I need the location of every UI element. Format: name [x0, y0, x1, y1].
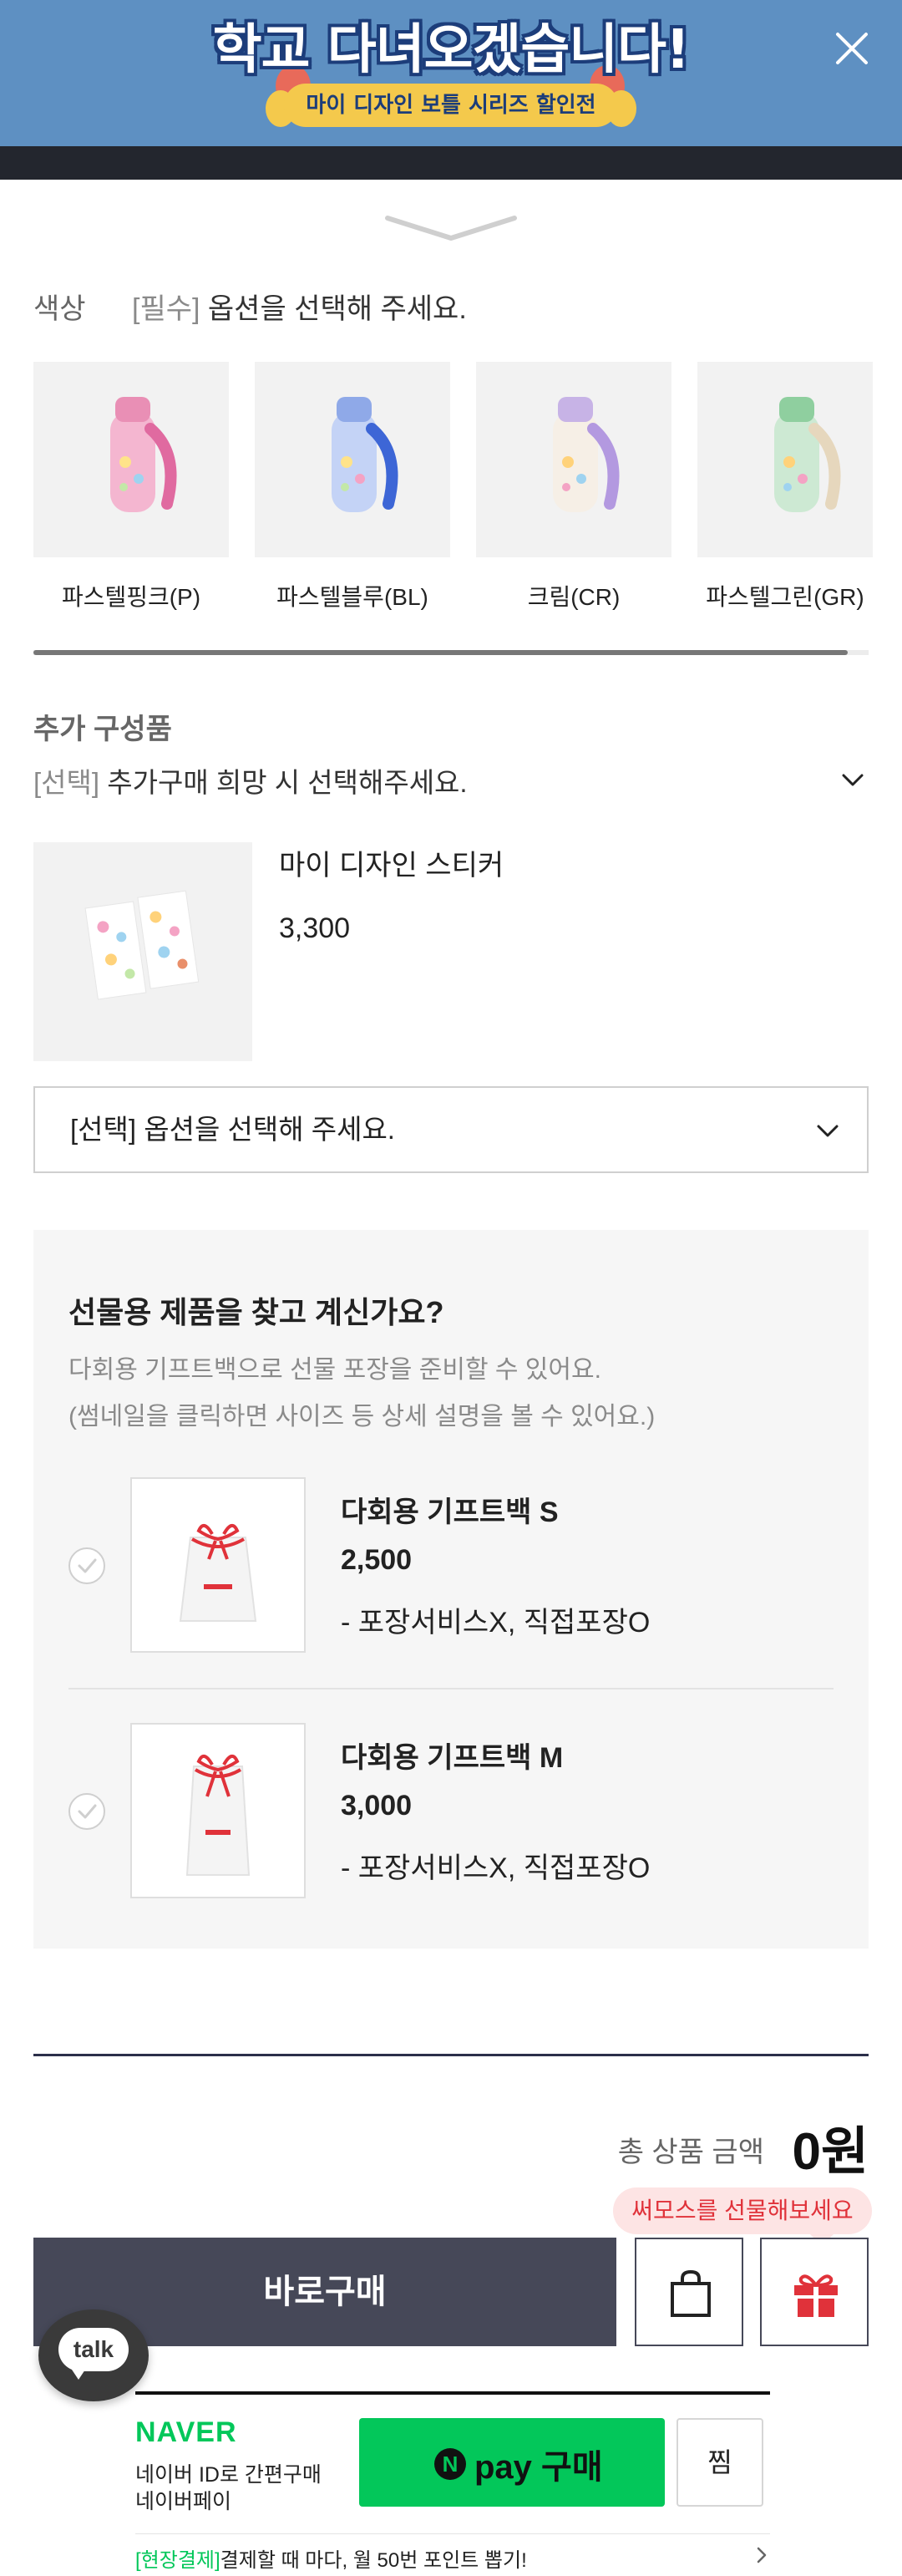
total-value: 0원 — [792, 2123, 869, 2181]
bottle-image — [476, 362, 671, 557]
gift-tooltip: 써모스를 선물해보세요 — [613, 2187, 872, 2246]
gift-wrap-panel: 선물용 제품을 찾고 계신가요? 다회용 기프트백으로 선물 포장을 준비할 수… — [33, 1230, 869, 1949]
gift-item-price: 2,500 — [341, 1544, 413, 1576]
naver-separator — [135, 2533, 770, 2534]
swatch-label: 파스텔그린(GR) — [706, 584, 864, 610]
swatch-pastel-green[interactable]: 파스텔그린(GR) — [697, 362, 873, 612]
chevron-right-icon[interactable] — [752, 2545, 772, 2565]
total-divider — [33, 2054, 869, 2056]
addon-product-name: 마이 디자인 스티커 — [279, 850, 504, 882]
gift-panel-title: 선물용 제품을 찾고 계신가요? — [68, 1295, 444, 1329]
chevron-down-icon — [817, 1125, 839, 1137]
addon-product-price: 3,300 — [279, 912, 351, 944]
gift-bag-thumbnail[interactable] — [130, 1477, 306, 1653]
select-prompt: 추가구매 희망 시 선택해주세요. — [107, 767, 468, 798]
naver-promo[interactable]: [현장결제]결제할 때 마다, 월 50번 포인트 뽑기! — [135, 2543, 527, 2573]
gift-item-note: - 포장서비스X, 직접포장O — [341, 1852, 651, 1884]
gift-item-s: 다회용 기프트백 S 2,500 - 포장서비스X, 직접포장O — [68, 1477, 834, 1656]
naver-logo: NAVER — [135, 2416, 237, 2448]
option-prompt: 옵션을 선택해 주세요. — [207, 293, 467, 325]
addon-option-select[interactable]: [선택] 옵션을 선택해 주세요. — [33, 1086, 869, 1173]
banner-title: 학교 다녀오겠습니다! — [212, 19, 690, 81]
banner-strip — [0, 146, 902, 180]
naver-desc-line2: 네이버페이 — [135, 2490, 232, 2513]
naver-desc-line1: 네이버 ID로 간편구매 — [135, 2463, 322, 2487]
color-option-label: 색상 — [33, 293, 86, 325]
cart-button[interactable] — [635, 2238, 743, 2346]
scrollbar-thumb[interactable] — [33, 650, 848, 655]
swatch-pastel-blue[interactable]: 파스텔블루(BL) — [255, 362, 450, 612]
select-value: [선택] 옵션을 선택해 주세요. — [70, 1114, 395, 1145]
check-icon — [78, 1804, 97, 1819]
gift-button[interactable] — [760, 2238, 869, 2346]
npay-label: pay 구매 — [474, 2449, 603, 2486]
wishlist-button[interactable]: 찜 — [676, 2418, 763, 2507]
gift-item-price: 3,000 — [341, 1790, 413, 1821]
npay-buy-button[interactable]: N pay 구매 — [359, 2418, 665, 2507]
npay-n-icon: N — [434, 2448, 466, 2480]
color-option-prompt: [필수] 옵션을 선택해 주세요. — [132, 286, 467, 327]
talk-label: talk — [58, 2328, 129, 2380]
swatch-scrollbar[interactable] — [33, 650, 869, 655]
swatch-label: 파스텔블루(BL) — [276, 584, 428, 610]
shopping-bag-icon — [671, 2269, 711, 2317]
sticker-thumbnail[interactable] — [33, 842, 252, 1061]
bottle-image — [255, 362, 450, 557]
promo-text: 결제할 때 마다, 월 50번 포인트 뽑기! — [220, 2549, 527, 2572]
promo-highlight: [현장결제] — [135, 2549, 220, 2572]
extra-select-toggle[interactable]: [선택] 추가구매 희망 시 선택해주세요. — [33, 760, 869, 804]
swatch-pastel-pink[interactable]: 파스텔핑크(P) — [33, 362, 229, 612]
banner-subtitle: 마이 디자인 보틀 시리즈 할인전 — [284, 84, 618, 127]
select-tag: [선택] — [33, 767, 100, 798]
chevron-down-icon[interactable] — [384, 213, 518, 246]
chevron-down-icon — [842, 774, 864, 786]
gift-select-checkbox[interactable] — [68, 1547, 105, 1584]
gift-bag-thumbnail[interactable] — [130, 1723, 306, 1898]
swatch-cream[interactable]: 크림(CR) — [476, 362, 671, 612]
bottle-image — [33, 362, 229, 557]
divider — [68, 1688, 834, 1689]
gift-panel-desc: 다회용 기프트백으로 선물 포장을 준비할 수 있어요. — [68, 1356, 601, 1384]
close-icon[interactable] — [827, 23, 877, 74]
naver-divider — [135, 2391, 770, 2395]
swatch-label: 크림(CR) — [527, 584, 621, 610]
gift-panel-note: (썸네일을 클릭하면 사이즈 등 상세 설명을 볼 수 있어요.) — [68, 1403, 656, 1430]
promo-banner[interactable]: 학교 다녀오겠습니다! 마이 디자인 보틀 시리즈 할인전 — [0, 0, 902, 146]
required-tag: [필수] — [132, 293, 200, 325]
gift-icon — [794, 2274, 838, 2317]
gift-item-name: 다회용 기프트백 S — [341, 1496, 559, 1528]
gift-select-checkbox[interactable] — [68, 1793, 105, 1830]
gift-item-m: 다회용 기프트백 M 3,000 - 포장서비스X, 직접포장O — [68, 1723, 834, 1902]
check-icon — [78, 1558, 97, 1573]
bottle-image — [697, 362, 873, 557]
talk-chat-button[interactable]: talk — [38, 2309, 149, 2401]
gift-item-note: - 포장서비스X, 직접포장O — [341, 1607, 651, 1639]
gift-item-name: 다회용 기프트백 M — [341, 1742, 564, 1774]
swatch-label: 파스텔핑크(P) — [61, 584, 201, 610]
total-label: 총 상품 금액 — [617, 2137, 764, 2168]
extra-section-title: 추가 구성품 — [33, 714, 172, 745]
